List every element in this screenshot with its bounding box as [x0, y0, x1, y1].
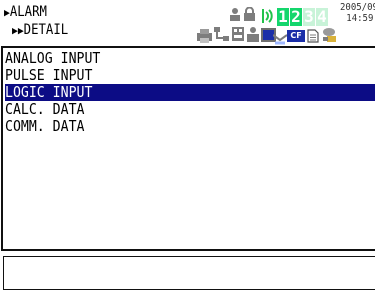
breadcrumb-double-arrow-icon: ▶▶ — [12, 24, 24, 37]
menu-item-label: ANALOG INPUT — [5, 49, 101, 67]
switch-1-indicator: 1 — [277, 7, 289, 26]
email-transfer-icon — [272, 30, 288, 45]
menu-item-label: LOGIC INPUT — [5, 83, 93, 101]
breadcrumb-level1: ▶ALARM — [4, 4, 47, 21]
date-time-display: 2005/09/3 14:59:0 — [340, 2, 375, 24]
printer-icon — [197, 28, 212, 43]
message-box — [3, 256, 375, 290]
menu-item-calc-data[interactable]: CALC. DATA — [5, 101, 375, 118]
cf-card-icon: CF — [287, 30, 305, 42]
alarm-sound-icon — [257, 7, 275, 25]
switch-3-indicator: 3 — [303, 7, 315, 26]
menu-item-analog-input[interactable]: ANALOG INPUT — [5, 50, 375, 67]
date-readout: 2005/09/3 — [340, 2, 375, 13]
breadcrumb-level2: ▶▶DETAIL — [12, 22, 68, 39]
switch-4-indicator: 4 — [316, 7, 328, 26]
switch-2-indicator: 2 — [290, 7, 302, 26]
time-readout: 14:59:0 — [346, 13, 375, 24]
internal-switch-status: 1 2 3 4 — [277, 8, 332, 26]
menu-item-pulse-input[interactable]: PULSE INPUT — [5, 67, 375, 84]
menu-item-label: PULSE INPUT — [5, 66, 93, 84]
menu-item-label: CALC. DATA — [5, 100, 85, 118]
user-terminal-icon — [246, 26, 260, 42]
breadcrumb-level2-label: DETAIL — [23, 22, 69, 38]
storage-drive-icon — [322, 26, 336, 42]
network-icon — [213, 26, 230, 42]
user-login-icon — [228, 6, 242, 21]
menu-item-label: COMM. DATA — [5, 117, 85, 135]
key-lock-icon — [243, 6, 256, 21]
document-file-icon — [307, 28, 319, 43]
menu-item-comm-data[interactable]: COMM. DATA — [5, 118, 375, 135]
menu-item-logic-input[interactable]: LOGIC INPUT — [5, 84, 375, 101]
title-bar: ▶ALARM ▶▶DETAIL 1 2 3 4 CF 2005/09/3 14:… — [0, 0, 375, 47]
external-device-icon — [231, 26, 245, 42]
menu-panel: ANALOG INPUT PULSE INPUT LOGIC INPUT CAL… — [1, 46, 375, 251]
breadcrumb-level1-label: ALARM — [9, 4, 47, 20]
